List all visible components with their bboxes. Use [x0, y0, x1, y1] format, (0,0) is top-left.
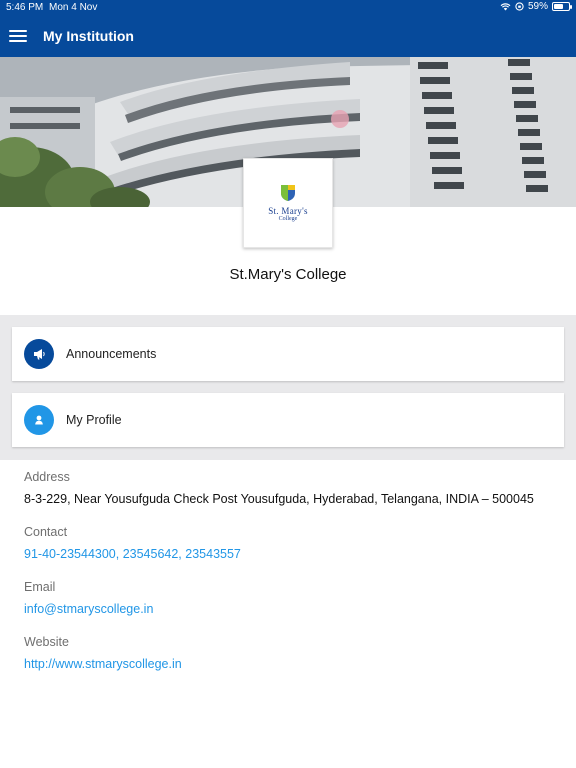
address-label: Address	[24, 470, 70, 484]
contact-label: Contact	[24, 525, 68, 539]
website-block: Website http://www.stmaryscollege.in	[24, 635, 564, 673]
menu-icon[interactable]	[9, 29, 29, 43]
logo-subtext: College	[278, 216, 298, 222]
website-link[interactable]: http://www.stmaryscollege.in	[24, 657, 564, 673]
email-block: Email info@stmaryscollege.in	[24, 580, 564, 618]
menu-section: Announcements My Profile	[0, 315, 576, 460]
battery-icon	[552, 2, 572, 11]
page-title: My Institution	[43, 28, 134, 44]
megaphone-icon	[24, 339, 54, 369]
my-profile-label: My Profile	[66, 413, 122, 427]
contact-link[interactable]: 91-40-23544300, 23545642, 23543557	[24, 547, 564, 563]
my-profile-item[interactable]: My Profile	[12, 393, 564, 447]
status-bar: 5:46 PM Mon 4 Nov 59%	[0, 0, 576, 15]
college-crest-icon	[281, 185, 295, 201]
website-label: Website	[24, 635, 69, 649]
person-icon	[24, 405, 54, 435]
contact-block: Contact 91-40-23544300, 23545642, 235435…	[24, 525, 564, 563]
logo-text: St. Mary's	[268, 206, 308, 216]
battery-percent: 59%	[527, 1, 548, 12]
institution-details: Address 8-3-229, Near Yousufguda Check P…	[24, 470, 564, 690]
status-indicators: 59%	[500, 1, 572, 12]
orientation-lock-icon	[515, 2, 524, 11]
institution-logo: St. Mary's College	[243, 158, 333, 248]
address-value: 8-3-229, Near Yousufguda Check Post Yous…	[24, 492, 534, 506]
institution-name: St.Mary's College	[229, 266, 347, 283]
address-block: Address 8-3-229, Near Yousufguda Check P…	[24, 470, 564, 508]
announcements-label: Announcements	[66, 347, 157, 361]
status-time: 5:46 PM	[6, 2, 44, 13]
email-link[interactable]: info@stmaryscollege.in	[24, 602, 564, 618]
app-bar: My Institution	[0, 15, 576, 57]
email-label: Email	[24, 580, 56, 594]
wifi-icon	[500, 3, 511, 11]
announcements-item[interactable]: Announcements	[12, 327, 564, 381]
status-date: Mon 4 Nov	[49, 2, 98, 13]
